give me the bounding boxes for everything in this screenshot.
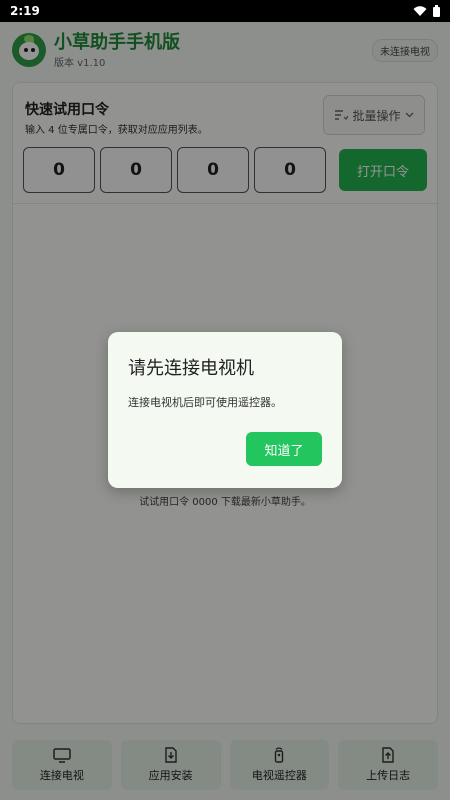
system-icons: [413, 5, 440, 17]
status-bar: 2:19: [0, 0, 450, 22]
connect-tv-dialog: 请先连接电视机 连接电视机后即可使用遥控器。 知道了: [108, 332, 342, 488]
dialog-confirm-button[interactable]: 知道了: [246, 432, 322, 466]
dialog-title: 请先连接电视机: [128, 358, 254, 379]
wifi-icon: [413, 5, 427, 16]
status-time: 2:19: [10, 4, 40, 18]
dialog-message: 连接电视机后即可使用遥控器。: [128, 396, 282, 409]
battery-icon: [433, 5, 440, 17]
